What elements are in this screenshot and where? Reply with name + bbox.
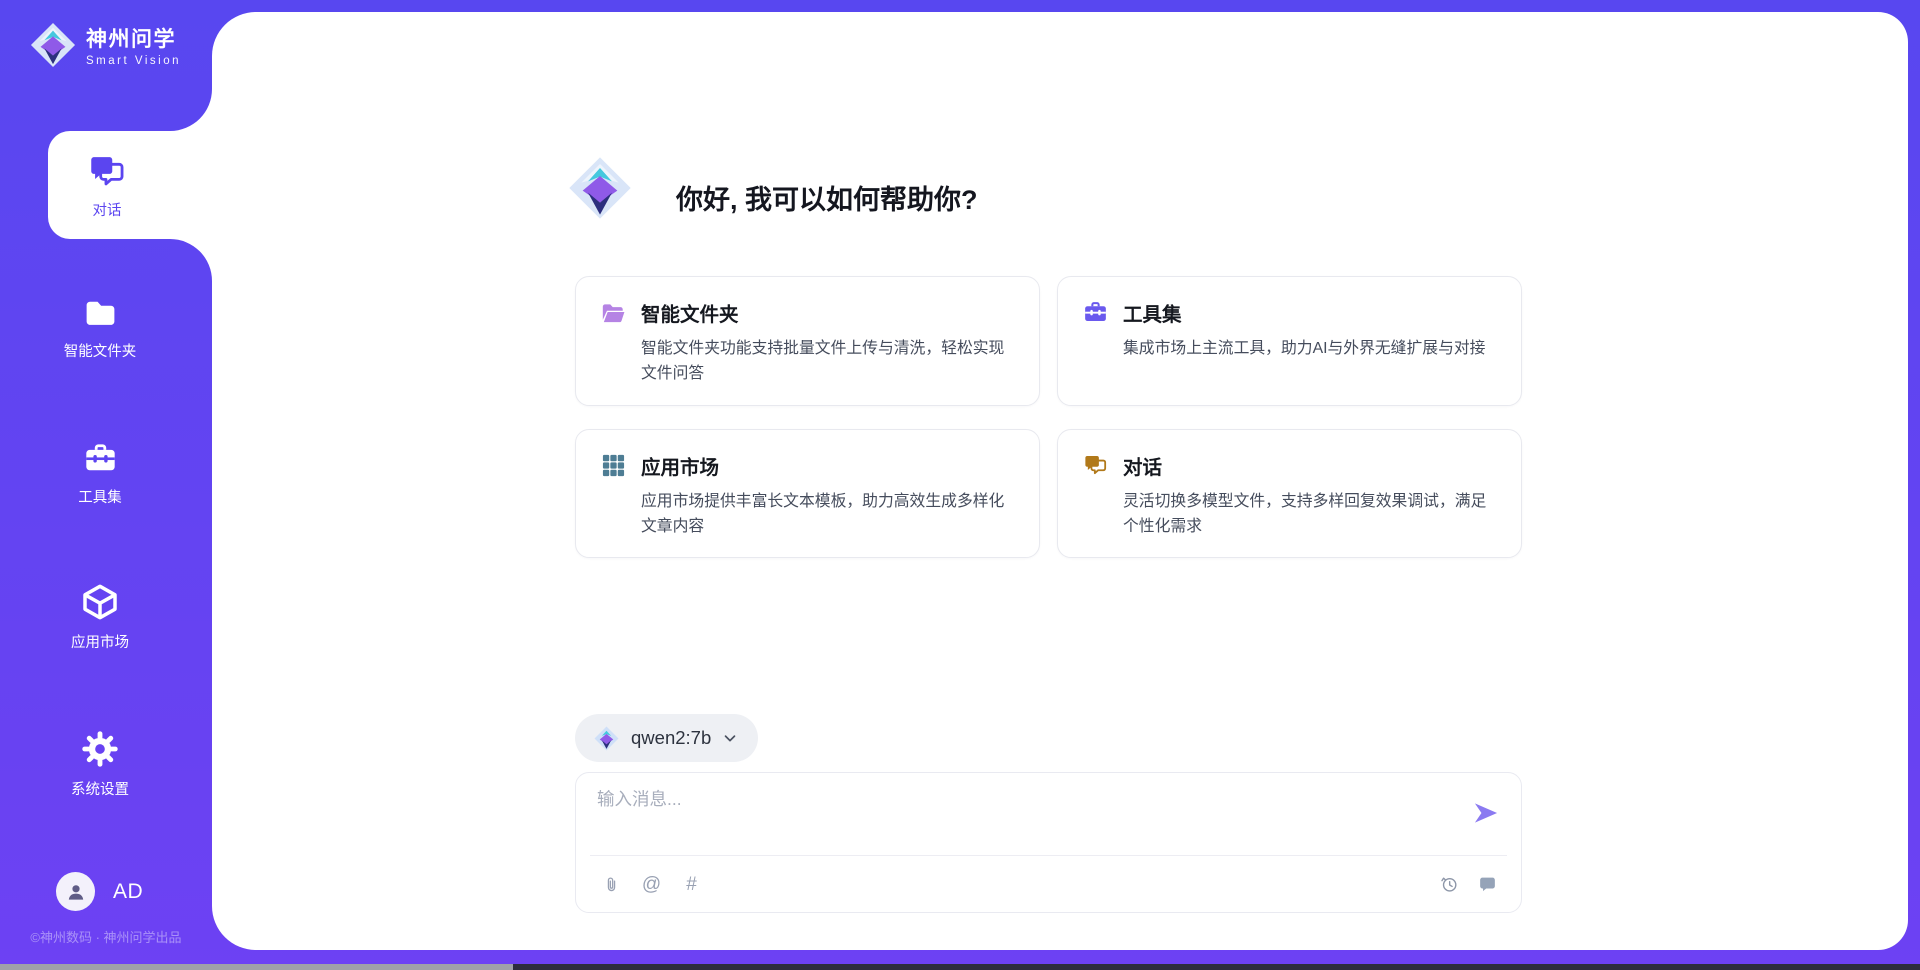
sidebar-item-settings[interactable]: 系统设置	[0, 729, 200, 799]
sidebar-item-app-market[interactable]: 应用市场	[0, 582, 200, 652]
folder-icon	[82, 294, 119, 331]
user-name: AD	[113, 880, 143, 904]
toolbox-icon	[82, 440, 119, 477]
sidebar-item-label: 工具集	[78, 486, 122, 507]
sidebar-item-label: 系统设置	[71, 778, 129, 799]
sidebar-item-toolset[interactable]: 工具集	[0, 440, 200, 507]
user-account[interactable]: AD	[56, 872, 143, 911]
tab-fillet-bottom	[170, 239, 212, 281]
model-selector[interactable]: qwen2:7b	[575, 714, 758, 762]
window-edge-strip	[0, 964, 513, 970]
brand-gem-icon	[568, 156, 632, 220]
card-description: 灵活切换多模型文件，支持多样回复效果调试，满足个性化需求	[1123, 489, 1495, 540]
copyright-text: ©神州数码 · 神州问学出品	[0, 927, 212, 946]
person-icon	[64, 880, 88, 904]
message-input[interactable]	[597, 789, 1457, 810]
history-icon[interactable]	[1439, 874, 1460, 895]
toolbox-icon	[1082, 299, 1109, 326]
card-description: 集成市场上主流工具，助力AI与外界无缝扩展与对接	[1123, 336, 1495, 361]
feature-cards: 智能文件夹 智能文件夹功能支持批量文件上传与清洗，轻松实现文件问答 工具集 集成…	[575, 276, 1522, 558]
main-content-panel: 你好, 我可以如何帮助你? 智能文件夹 智能文件夹功能支持批量文件上传与清洗，轻…	[212, 12, 1908, 950]
avatar	[56, 872, 95, 911]
sidebar-item-label: 应用市场	[71, 631, 129, 652]
app-logo: 神州问学 Smart Vision	[30, 22, 181, 68]
window-edge-strip	[513, 964, 1920, 970]
card-title: 工具集	[1123, 298, 1182, 327]
model-name: qwen2:7b	[631, 727, 711, 749]
card-toolset[interactable]: 工具集 集成市场上主流工具，助力AI与外界无缝扩展与对接	[1057, 276, 1522, 406]
brand-subtitle: Smart Vision	[86, 55, 181, 67]
card-app-market[interactable]: 应用市场 应用市场提供丰富长文本模板，助力高效生成多样化文章内容	[575, 429, 1040, 559]
model-gem-icon	[594, 726, 619, 751]
attachment-icon[interactable]	[601, 874, 622, 895]
send-icon[interactable]	[1472, 799, 1500, 827]
composer-tools-left: @ #	[601, 874, 702, 895]
message-composer: @ #	[575, 772, 1522, 913]
topic-icon[interactable]: #	[681, 874, 702, 895]
tab-fillet-top	[170, 89, 212, 131]
chat-icon	[86, 151, 128, 193]
chevron-down-icon	[721, 729, 739, 747]
quick-phrase-icon[interactable]	[1477, 874, 1498, 895]
card-title: 对话	[1123, 451, 1162, 480]
grid-blocks-icon	[600, 452, 627, 479]
composer-divider	[590, 855, 1507, 856]
sidebar-item-chat[interactable]: 对话	[48, 131, 228, 239]
card-description: 应用市场提供丰富长文本模板，助力高效生成多样化文章内容	[641, 489, 1013, 540]
sidebar-item-smart-folder[interactable]: 智能文件夹	[0, 294, 200, 361]
folder-open-icon	[600, 299, 627, 326]
cube-icon	[80, 582, 120, 622]
card-description: 智能文件夹功能支持批量文件上传与清洗，轻松实现文件问答	[641, 336, 1013, 387]
greeting-block: 你好, 我可以如何帮助你?	[568, 156, 978, 220]
card-title: 应用市场	[641, 451, 719, 480]
card-smart-folder[interactable]: 智能文件夹 智能文件夹功能支持批量文件上传与清洗，轻松实现文件问答	[575, 276, 1040, 406]
chat-icon	[1082, 452, 1109, 479]
card-title: 智能文件夹	[641, 298, 739, 327]
composer-tools-right	[1439, 874, 1498, 895]
card-chat[interactable]: 对话 灵活切换多模型文件，支持多样回复效果调试，满足个性化需求	[1057, 429, 1522, 559]
gear-icon	[80, 729, 120, 769]
greeting-title: 你好, 我可以如何帮助你?	[676, 178, 978, 217]
brand-gem-icon	[30, 22, 76, 68]
sidebar-item-label: 智能文件夹	[64, 340, 137, 361]
mention-icon[interactable]: @	[641, 874, 662, 895]
brand-title: 神州问学	[86, 23, 181, 53]
sidebar-item-label: 对话	[93, 199, 122, 220]
